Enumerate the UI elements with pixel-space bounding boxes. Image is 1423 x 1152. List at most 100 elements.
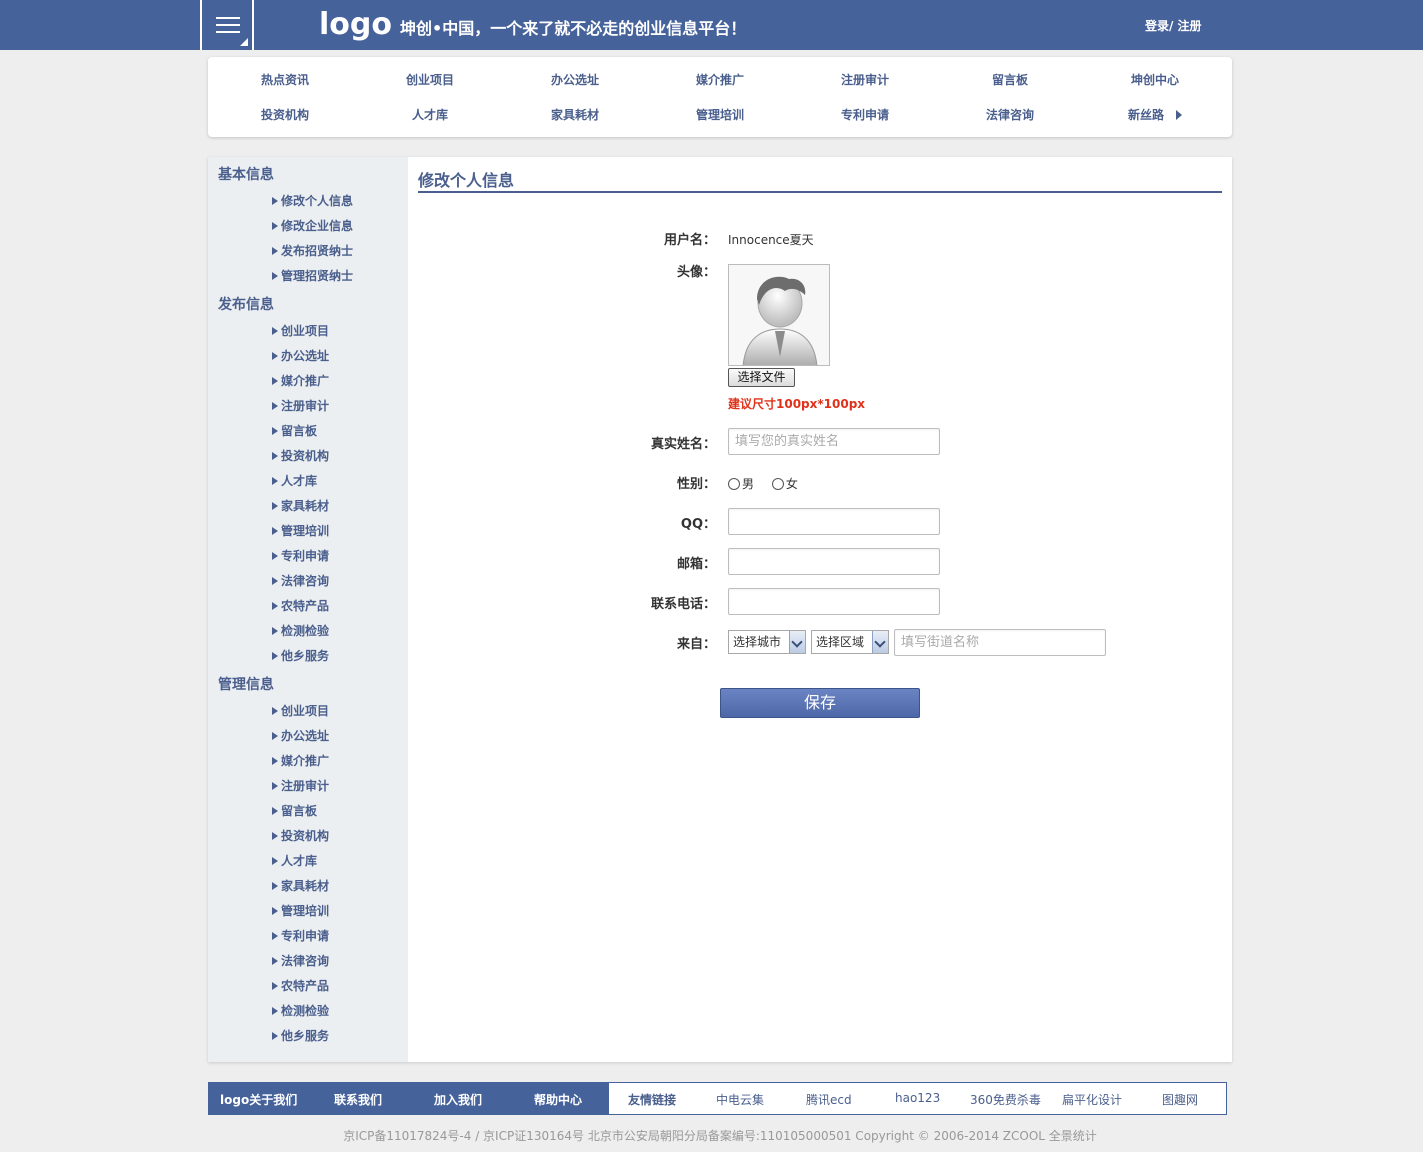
sidebar-item[interactable]: 办公选址	[272, 727, 329, 744]
menu-button[interactable]	[200, 0, 254, 50]
gender-female-option[interactable]: 女	[771, 475, 798, 492]
sidebar-item[interactable]: 管理招贤纳士	[272, 267, 353, 284]
qq-input[interactable]	[728, 508, 940, 535]
sidebar-item[interactable]: 农特产品	[272, 597, 329, 614]
sidebar-item-label: 修改个人信息	[281, 194, 354, 208]
nav-item[interactable]: 留言板	[950, 71, 1070, 88]
sidebar-item[interactable]: 农特产品	[272, 977, 329, 994]
sidebar-item[interactable]: 他乡服务	[272, 1027, 329, 1044]
sidebar-item[interactable]: 他乡服务	[272, 647, 329, 664]
sidebar-item[interactable]: 家具耗材	[272, 497, 329, 514]
sidebar-item[interactable]: 留言板	[272, 422, 317, 439]
footer-link[interactable]: 帮助中心	[534, 1091, 582, 1108]
sidebar-item[interactable]: 办公选址	[272, 347, 329, 364]
nav-item[interactable]: 创业项目	[370, 71, 490, 88]
nav-item[interactable]: 法律咨询	[950, 106, 1070, 123]
nav-item[interactable]: 人才库	[370, 106, 490, 123]
sidebar-item-label: 媒介推广	[281, 374, 330, 388]
login-register-link[interactable]: 登录/ 注册	[1145, 17, 1202, 34]
sidebar-item[interactable]: 修改企业信息	[272, 217, 353, 234]
street-input[interactable]	[894, 629, 1106, 656]
friend-link[interactable]: 360免费杀毒	[970, 1091, 1041, 1108]
sidebar-item[interactable]: 留言板	[272, 802, 317, 819]
email-label: 邮箱：	[676, 557, 716, 572]
nav-item[interactable]: 媒介推广	[660, 71, 780, 88]
choose-file-button[interactable]: 选择文件	[728, 368, 795, 387]
sidebar-item[interactable]: 创业项目	[272, 322, 329, 339]
caret-right-icon	[272, 352, 278, 360]
nav-item[interactable]: 投资机构	[225, 106, 345, 123]
sidebar-item[interactable]: 媒介推广	[272, 372, 329, 389]
caret-right-icon	[272, 1007, 278, 1015]
sidebar-item[interactable]: 人才库	[272, 852, 317, 869]
nav-item-more[interactable]: 新丝路	[1095, 106, 1215, 123]
sidebar: 基本信息 修改个人信息 修改企业信息 发布招贤纳士 管理招贤纳士 发布信息 创业…	[208, 157, 408, 1062]
site-logo[interactable]: logo	[319, 8, 392, 42]
nav-item[interactable]: 专利申请	[805, 106, 925, 123]
footer-bar: logo关于我们 联系我们 加入我们 帮助中心 友情链接 中电云集 腾讯ecd …	[208, 1082, 1227, 1115]
nav-item[interactable]: 管理培训	[660, 106, 780, 123]
sidebar-item-label: 他乡服务	[281, 1029, 330, 1043]
nav-item[interactable]: 坤创中心	[1095, 71, 1215, 88]
sidebar-item[interactable]: 专利申请	[272, 547, 329, 564]
realname-input[interactable]	[728, 428, 940, 455]
avatar-label: 头像：	[676, 265, 716, 280]
footer-link[interactable]: 加入我们	[434, 1091, 482, 1108]
sidebar-item[interactable]: 检测检验	[272, 1002, 329, 1019]
nav-item[interactable]: 注册审计	[805, 71, 925, 88]
friend-link[interactable]: 图趣网	[1162, 1091, 1198, 1108]
sidebar-item-label: 修改企业信息	[281, 219, 354, 233]
sidebar-item[interactable]: 管理培训	[272, 522, 329, 539]
hamburger-icon	[216, 17, 240, 33]
caret-right-icon	[272, 807, 278, 815]
save-button[interactable]: 保存	[720, 688, 920, 718]
phone-input[interactable]	[728, 588, 940, 615]
sidebar-item-label: 管理招贤纳士	[281, 269, 354, 283]
sidebar-item[interactable]: 法律咨询	[272, 952, 329, 969]
footer-link[interactable]: logo关于我们	[220, 1091, 297, 1108]
sidebar-item[interactable]: 人才库	[272, 472, 317, 489]
district-select[interactable]: 选择区域	[811, 630, 889, 654]
nav-item[interactable]: 办公选址	[515, 71, 635, 88]
sidebar-group-title: 管理信息	[218, 677, 274, 693]
sidebar-item-label: 法律咨询	[281, 574, 330, 588]
caret-right-icon	[272, 377, 278, 385]
sidebar-item[interactable]: 专利申请	[272, 927, 329, 944]
sidebar-item[interactable]: 创业项目	[272, 702, 329, 719]
sidebar-item-label: 投资机构	[281, 829, 330, 843]
gender-male-option[interactable]: 男	[728, 475, 754, 492]
main-container: 基本信息 修改个人信息 修改企业信息 发布招贤纳士 管理招贤纳士 发布信息 创业…	[208, 157, 1232, 1062]
gender-female-radio[interactable]	[771, 478, 784, 490]
sidebar-item[interactable]: 检测检验	[272, 622, 329, 639]
sidebar-group-title: 基本信息	[218, 167, 274, 183]
friend-link[interactable]: 中电云集	[716, 1091, 764, 1108]
sidebar-item[interactable]: 投资机构	[272, 447, 329, 464]
sidebar-item-label: 人才库	[281, 474, 318, 488]
sidebar-item[interactable]: 法律咨询	[272, 572, 329, 589]
district-select-value: 选择区域	[816, 635, 865, 649]
nav-item[interactable]: 家具耗材	[515, 106, 635, 123]
title-divider	[418, 191, 1222, 193]
friend-link[interactable]: hao123	[895, 1091, 940, 1105]
sidebar-item-label: 农特产品	[281, 599, 330, 613]
sidebar-item[interactable]: 家具耗材	[272, 877, 329, 894]
sidebar-item[interactable]: 发布招贤纳士	[272, 242, 353, 259]
sidebar-item[interactable]: 修改个人信息	[272, 192, 353, 209]
gender-male-radio[interactable]	[728, 478, 740, 490]
email-input[interactable]	[728, 548, 940, 575]
friend-link[interactable]: 扁平化设计	[1062, 1091, 1122, 1108]
caret-right-icon	[272, 782, 278, 790]
caret-right-icon	[272, 222, 278, 230]
caret-right-icon	[272, 732, 278, 740]
city-select[interactable]: 选择城市	[728, 630, 806, 654]
sidebar-item-label: 他乡服务	[281, 649, 330, 663]
sidebar-item[interactable]: 媒介推广	[272, 752, 329, 769]
sidebar-item[interactable]: 注册审计	[272, 777, 329, 794]
footer-link[interactable]: 联系我们	[334, 1091, 382, 1108]
caret-right-icon	[272, 757, 278, 765]
nav-item[interactable]: 热点资讯	[225, 71, 345, 88]
sidebar-item[interactable]: 注册审计	[272, 397, 329, 414]
sidebar-item[interactable]: 投资机构	[272, 827, 329, 844]
friend-link[interactable]: 腾讯ecd	[806, 1091, 852, 1108]
sidebar-item[interactable]: 管理培训	[272, 902, 329, 919]
